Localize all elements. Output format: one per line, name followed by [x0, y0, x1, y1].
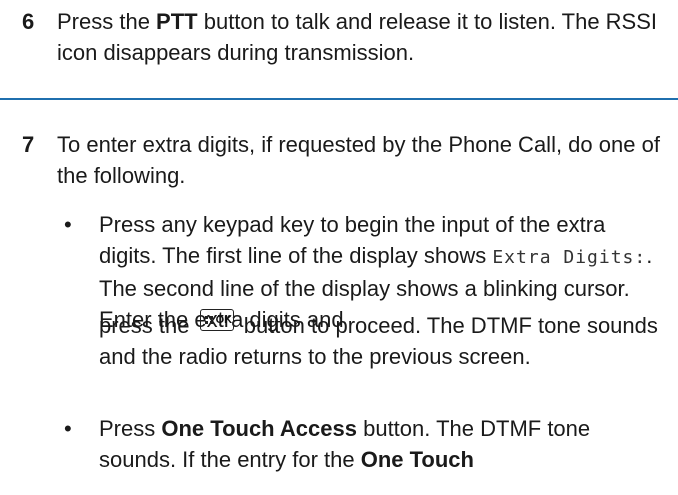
bullet-3-text-pre: Press	[99, 416, 162, 441]
display-text: Extra Digits:	[492, 247, 647, 268]
bullet-2-text-pre: press the	[99, 313, 196, 338]
bullet-text: press the OK button to proceed. The DTMF…	[99, 309, 668, 372]
ptt-button-label: PTT	[156, 9, 198, 34]
section-divider	[0, 98, 678, 100]
ok-key-label: OK	[215, 314, 233, 326]
one-touch-access-label: One Touch Access	[161, 416, 357, 441]
bullet-marker: •	[64, 416, 72, 441]
one-touch-label: One Touch	[360, 447, 474, 472]
menu-grid-icon	[204, 316, 213, 324]
step-text: Press the PTT button to talk and release…	[57, 6, 668, 68]
step-6-text-pre: Press the	[57, 9, 157, 34]
step-number: 7	[22, 132, 35, 157]
bullet-marker: •	[64, 212, 72, 237]
step-number: 6	[22, 9, 35, 34]
step-text: To enter extra digits, if requested by t…	[57, 132, 660, 188]
menu-ok-key-icon: OK	[199, 309, 234, 331]
bullet-text: Press One Touch Access button. The DTMF …	[99, 413, 668, 475]
